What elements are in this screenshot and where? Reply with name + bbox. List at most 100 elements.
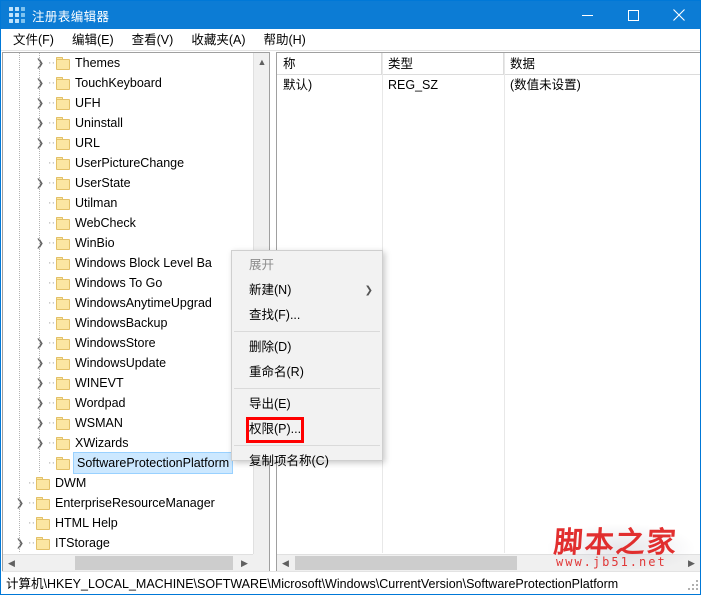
chevron-right-icon[interactable]: ❯ — [33, 373, 47, 393]
tree-item[interactable]: ❯·· WindowsUpdate — [3, 353, 254, 373]
scroll-right-icon[interactable]: ▶ — [683, 555, 700, 571]
context-menu-item[interactable]: 查找(F)... — [232, 303, 382, 328]
tree-item[interactable]: ❯·· UserState — [3, 173, 254, 193]
tree-item[interactable]: ·· WebCheck — [3, 213, 254, 233]
tree-guide-line — [19, 53, 20, 73]
tree-item[interactable]: ❯·· WINEVT — [3, 373, 254, 393]
table-row[interactable]: 默认) REG_SZ (数值未设置) — [277, 75, 700, 96]
context-menu-separator — [234, 331, 380, 332]
tree-hscroll-thumb[interactable] — [75, 556, 233, 570]
column-header-name[interactable]: 称 — [277, 53, 382, 74]
tree-item[interactable]: ·· DWM — [3, 473, 254, 493]
context-menu-item[interactable]: 新建(N) ❯ — [232, 278, 382, 303]
tree-connector: ·· — [47, 396, 56, 409]
tree-item-label: HTML Help — [55, 516, 118, 530]
column-header-type[interactable]: 类型 — [382, 53, 504, 74]
tree-item[interactable]: ·· HTML Help — [3, 513, 254, 533]
chevron-right-icon[interactable]: ❯ — [33, 173, 47, 193]
maximize-icon[interactable] — [610, 1, 656, 29]
tree-item[interactable]: ·· Windows Block Level Ba — [3, 253, 254, 273]
tree-item[interactable]: ❯·· Wordpad — [3, 393, 254, 413]
submenu-chevron-icon: ❯ — [364, 285, 373, 296]
tree-item[interactable]: ·· Utilman — [3, 193, 254, 213]
tree-item[interactable]: ❯·· URL — [3, 133, 254, 153]
tree-item[interactable]: ·· WindowsBackup — [3, 313, 254, 333]
context-menu-item-label: 重命名(R) — [249, 365, 304, 379]
chevron-right-icon[interactable]: ❯ — [33, 353, 47, 373]
values-hscroll-thumb[interactable] — [295, 556, 517, 570]
tree-connector: ·· — [27, 496, 36, 509]
folder-icon — [56, 196, 70, 210]
menu-favorites[interactable]: 收藏夹(A) — [182, 30, 254, 50]
registry-tree[interactable]: ❯··Themes❯··TouchKeyboard❯··UFH❯··Uninst… — [3, 53, 254, 554]
context-menu-item[interactable]: 重命名(R) — [232, 360, 382, 385]
tree-item[interactable]: ❯·· TouchKeyboard — [3, 73, 254, 93]
chevron-right-icon[interactable]: ❯ — [13, 533, 27, 553]
scroll-left-icon[interactable]: ◀ — [277, 555, 294, 571]
tree-guide-line — [39, 373, 40, 393]
tree-item[interactable]: ·· UserPictureChange — [3, 153, 254, 173]
tree-guide-line — [39, 193, 40, 213]
tree-item[interactable]: ❯·· Uninstall — [3, 113, 254, 133]
tree-guide-line — [19, 393, 20, 413]
tree-item[interactable]: ❯·· XWizards — [3, 433, 254, 453]
tree-item[interactable]: ·· Windows To Go — [3, 273, 254, 293]
value-name: 默认) — [283, 78, 313, 92]
tree-item-label: Themes — [75, 56, 121, 70]
tree-item[interactable]: ❯·· ITStorage — [3, 533, 254, 553]
minimize-icon[interactable] — [564, 1, 610, 29]
chevron-right-icon[interactable]: ❯ — [33, 233, 47, 253]
tree-guide-line — [39, 253, 40, 273]
values-horizontal-scrollbar[interactable]: ◀ ▶ — [277, 554, 700, 571]
menu-view[interactable]: 查看(V) — [123, 30, 183, 50]
chevron-right-icon[interactable]: ❯ — [33, 433, 47, 453]
tree-horizontal-scrollbar[interactable]: ◀ ▶ — [3, 554, 253, 571]
tree-guide-line — [19, 133, 20, 153]
folder-icon — [56, 456, 70, 470]
chevron-right-icon[interactable]: ❯ — [33, 133, 47, 153]
tree-guide-line — [39, 173, 40, 193]
menu-help[interactable]: 帮助(H) — [254, 30, 314, 50]
chevron-right-icon[interactable]: ❯ — [33, 93, 47, 113]
chevron-right-icon[interactable]: ❯ — [33, 333, 47, 353]
tree-item[interactable]: ❯·· UFH — [3, 93, 254, 113]
resize-grip-icon[interactable] — [686, 578, 698, 590]
context-menu-item[interactable]: 权限(P)... — [232, 417, 382, 442]
menu-file[interactable]: 文件(F) — [4, 30, 63, 50]
tree-item[interactable]: ❯·· Themes — [3, 53, 254, 73]
tree-guide-line — [19, 413, 20, 433]
tree-connector: ·· — [47, 76, 56, 89]
tree-item-label: SoftwareProtectionPlatform — [72, 452, 234, 474]
folder-icon — [36, 536, 50, 550]
tree-item-label: Windows Block Level Ba — [75, 256, 212, 270]
scroll-left-icon[interactable]: ◀ — [3, 555, 20, 571]
context-menu-item-label: 权限(P)... — [249, 422, 302, 436]
tree-item[interactable]: ·· SoftwareProtectionPlatform — [3, 452, 254, 474]
registry-context-menu[interactable]: 展开 新建(N) ❯ 查找(F)... 删除(D) 重命名(R) 导出(E) 权限(P)...… — [231, 250, 383, 468]
context-menu-item[interactable]: 复制项名称(C) — [232, 449, 382, 474]
chevron-right-icon[interactable]: ❯ — [33, 393, 47, 413]
menu-bar: 文件(F) 编辑(E) 查看(V) 收藏夹(A) 帮助(H) — [1, 29, 700, 51]
tree-item[interactable]: ❯·· WindowsStore — [3, 333, 254, 353]
tree-item[interactable]: ❯·· WinBio — [3, 233, 254, 253]
tree-item[interactable]: ❯·· WSMAN — [3, 413, 254, 433]
scroll-up-icon[interactable]: ▲ — [254, 53, 269, 70]
context-menu-item[interactable]: 删除(D) — [232, 335, 382, 360]
column-header-data[interactable]: 数据 — [504, 53, 684, 74]
context-menu-item[interactable]: 导出(E) — [232, 392, 382, 417]
chevron-right-icon[interactable]: ❯ — [33, 413, 47, 433]
scroll-right-icon[interactable]: ▶ — [236, 555, 253, 571]
chevron-right-icon[interactable]: ❯ — [33, 53, 47, 73]
chevron-right-icon[interactable]: ❯ — [33, 113, 47, 133]
tree-guide-line — [19, 193, 20, 213]
tree-item[interactable]: ·· WindowsAnytimeUpgrad — [3, 293, 254, 313]
tree-guide-line — [39, 213, 40, 233]
tree-item[interactable]: ❯·· EnterpriseResourceManager — [3, 493, 254, 513]
chevron-right-icon[interactable]: ❯ — [13, 493, 27, 513]
close-icon[interactable] — [656, 1, 700, 29]
status-path: 计算机\HKEY_LOCAL_MACHINE\SOFTWARE\Microsof… — [6, 577, 619, 591]
chevron-right-icon[interactable]: ❯ — [33, 73, 47, 93]
menu-edit[interactable]: 编辑(E) — [63, 30, 123, 50]
